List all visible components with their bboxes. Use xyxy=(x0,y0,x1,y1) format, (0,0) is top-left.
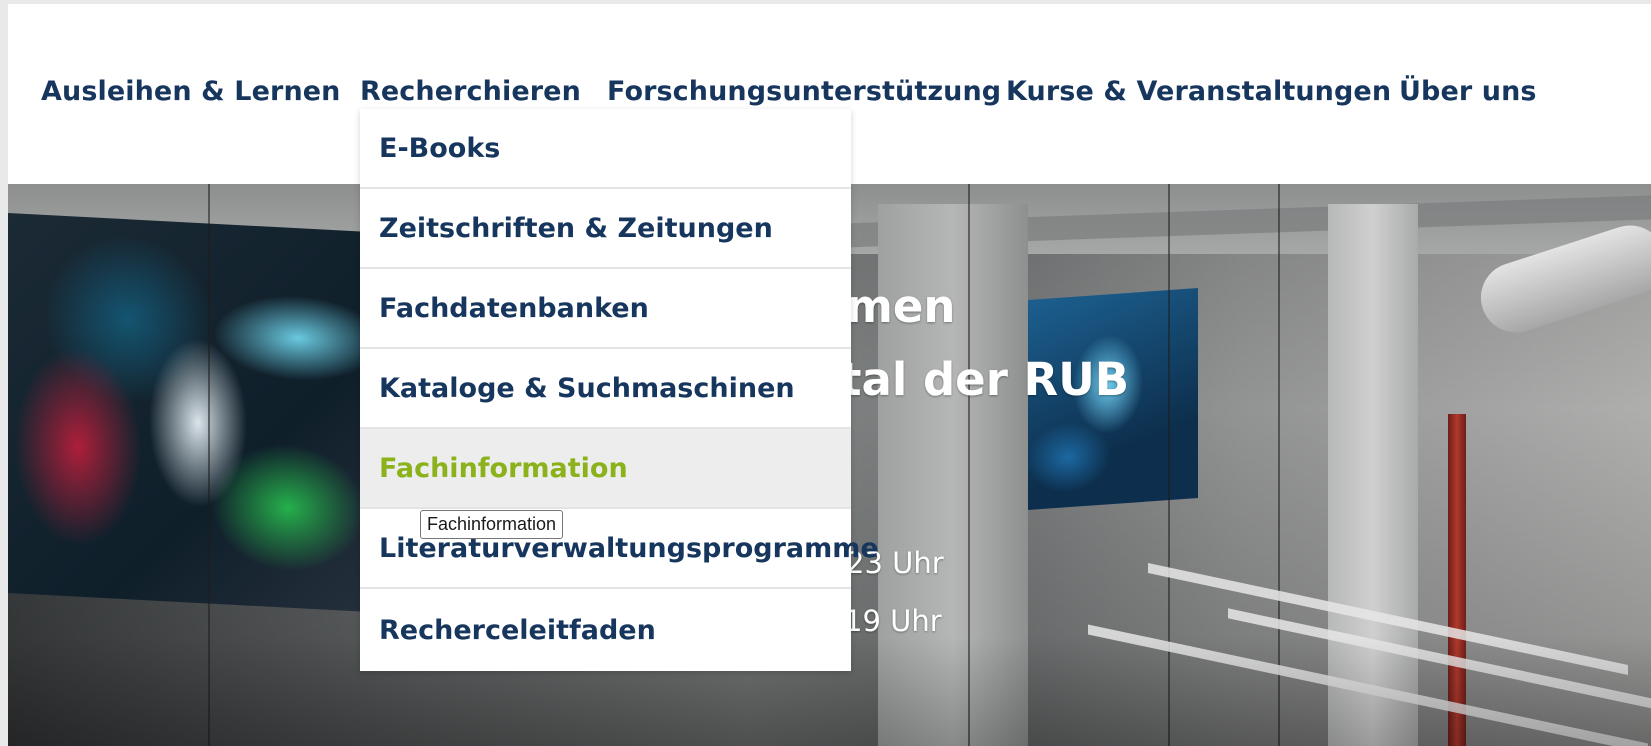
hero-title-line1: men xyxy=(846,280,956,333)
dropdown-item-fachdatenbanken[interactable]: Fachdatenbanken xyxy=(360,269,851,349)
dropdown-item-fachinformation[interactable]: Fachinformation xyxy=(360,429,851,509)
dropdown-item-kataloge-suchmaschinen[interactable]: Kataloge & Suchmaschinen xyxy=(360,349,851,429)
hero-hours-line2: 19 Uhr xyxy=(844,604,942,638)
dropdown-item-recherceleitfaden[interactable]: Recherceleitfaden xyxy=(360,589,851,671)
nav-item-ueber-uns[interactable]: Über uns xyxy=(1399,76,1537,107)
hover-tooltip: Fachinformation xyxy=(420,510,564,539)
hero-title-line2: tal der RUB xyxy=(840,353,1130,406)
nav-item-ausleihen-lernen[interactable]: Ausleihen & Lernen xyxy=(41,76,341,107)
recherchieren-dropdown-menu: E-Books Zeitschriften & Zeitungen Fachda… xyxy=(360,109,879,671)
dropdown-item-zeitschriften-zeitungen[interactable]: Zeitschriften & Zeitungen xyxy=(360,189,851,269)
nav-item-recherchieren[interactable]: Recherchieren xyxy=(360,76,581,107)
nav-item-kurse-veranstaltungen[interactable]: Kurse & Veranstaltungen xyxy=(1006,76,1391,107)
nav-item-forschungsunterstuetzung[interactable]: Forschungsunterstützung xyxy=(607,76,1001,107)
browser-viewport: Ausleihen & Lernen Recherchieren Forschu… xyxy=(8,4,1651,746)
dropdown-item-e-books[interactable]: E-Books xyxy=(360,109,851,189)
